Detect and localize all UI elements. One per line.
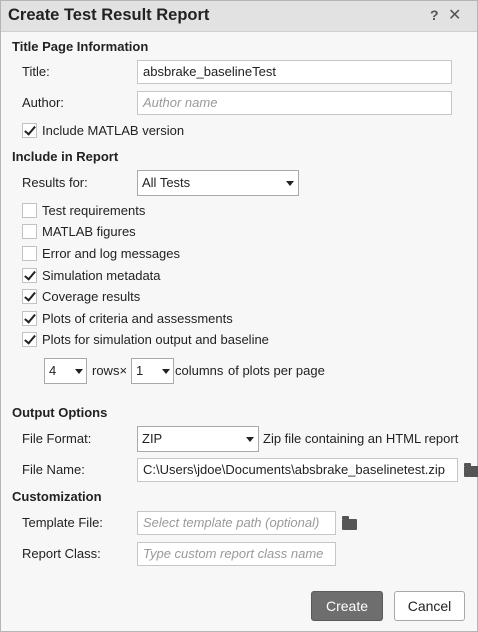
report-class-input[interactable]: Type custom report class name — [137, 542, 336, 566]
columns-value: 1 — [136, 363, 144, 378]
template-file-label: Template File: — [22, 515, 103, 530]
cancel-button[interactable]: Cancel — [394, 591, 465, 621]
results-for-label: Results for: — [22, 175, 88, 190]
author-label: Author: — [22, 95, 64, 110]
include-matlab-label: Include MATLAB version — [42, 123, 185, 138]
rows-value: 4 — [49, 363, 57, 378]
chevron-down-icon — [162, 369, 170, 374]
coverage-results-checkbox[interactable] — [22, 289, 37, 304]
plots-simulation-checkbox[interactable] — [22, 332, 37, 347]
file-name-input[interactable]: C:\Users\jdoe\Documents\absbrake_baselin… — [137, 458, 458, 482]
rows-label: rows× — [92, 363, 128, 378]
results-for-select[interactable]: All Tests — [137, 170, 299, 196]
file-format-label: File Format: — [22, 431, 92, 446]
template-file-input[interactable]: Select template path (optional) — [137, 511, 336, 535]
section-customization: Customization — [12, 489, 102, 504]
chevron-down-icon — [286, 181, 294, 186]
title-label: Title: — [22, 64, 50, 79]
plots-criteria-label: Plots of criteria and assessments — [42, 311, 233, 326]
results-for-value: All Tests — [142, 175, 191, 190]
matlab-figures-label: MATLAB figures — [42, 224, 136, 239]
help-icon[interactable]: ? — [430, 7, 439, 23]
columns-label: columns — [175, 363, 224, 378]
columns-select[interactable]: 1 — [131, 358, 174, 384]
dialog-titlebar: Create Test Result Report ? ✕ — [1, 1, 477, 32]
folder-icon[interactable] — [464, 463, 478, 477]
plots-criteria-checkbox[interactable] — [22, 311, 37, 326]
title-input[interactable]: absbrake_baselineTest — [137, 60, 452, 84]
close-icon[interactable]: ✕ — [448, 5, 461, 25]
plots-per-page-label: of plots per page — [228, 363, 325, 378]
dialog-title: Create Test Result Report — [8, 6, 210, 24]
section-include: Include in Report — [12, 149, 119, 164]
test-requirements-label: Test requirements — [42, 203, 146, 218]
error-log-checkbox[interactable] — [22, 246, 37, 261]
matlab-figures-checkbox[interactable] — [22, 224, 37, 239]
author-input[interactable]: Author name — [137, 91, 452, 115]
report-class-label: Report Class: — [22, 546, 101, 561]
section-title-page: Title Page Information — [12, 39, 149, 54]
file-format-description: Zip file containing an HTML report — [263, 431, 459, 446]
plots-simulation-label: Plots for simulation output and baseline — [42, 332, 269, 347]
rows-select[interactable]: 4 — [44, 358, 87, 384]
create-report-dialog: Create Test Result Report ? ✕ Title Page… — [0, 0, 478, 632]
section-output: Output Options — [12, 405, 108, 420]
chevron-down-icon — [246, 437, 254, 442]
coverage-results-label: Coverage results — [42, 289, 141, 304]
test-requirements-checkbox[interactable] — [22, 203, 37, 218]
include-matlab-checkbox[interactable] — [22, 123, 37, 138]
simulation-metadata-label: Simulation metadata — [42, 268, 161, 283]
file-name-label: File Name: — [22, 462, 85, 477]
folder-icon[interactable] — [342, 516, 357, 530]
create-button[interactable]: Create — [311, 591, 383, 621]
file-format-select[interactable]: ZIP — [137, 426, 259, 452]
error-log-label: Error and log messages — [42, 246, 181, 261]
simulation-metadata-checkbox[interactable] — [22, 268, 37, 283]
file-format-value: ZIP — [142, 431, 163, 446]
chevron-down-icon — [75, 369, 83, 374]
